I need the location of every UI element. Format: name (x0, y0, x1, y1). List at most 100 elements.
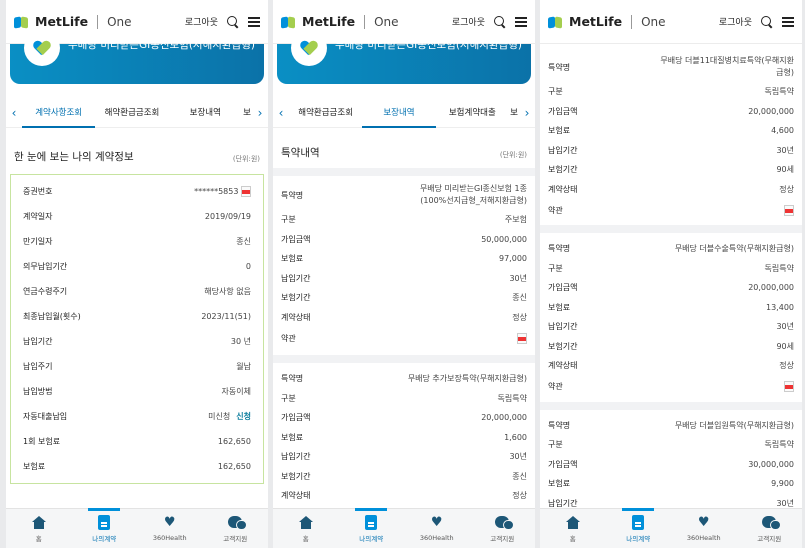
row-label: 특약명 (548, 420, 571, 430)
tab-surrender-refund[interactable]: 해약환급금조회 (289, 98, 362, 128)
menu-icon[interactable] (248, 16, 260, 27)
contract-icon (98, 514, 111, 530)
row-value: 정상 (779, 361, 794, 371)
health-icon: ♥ (697, 515, 710, 530)
logout-button[interactable]: 로그아웃 (185, 15, 218, 28)
rider-row: 보험기간 종신 (281, 467, 527, 487)
search-icon[interactable] (761, 15, 773, 28)
tab-next-partial[interactable]: 보 (509, 98, 519, 128)
menu-icon[interactable] (515, 16, 527, 27)
tab-coverage[interactable]: 보장내역 (362, 98, 436, 128)
rider-row: 계약상태 정상 (281, 308, 527, 328)
info-row: 만기일자 종신 (23, 229, 251, 254)
nav-my-contract[interactable]: 나의계약 (72, 508, 138, 548)
nav-home[interactable]: 홈 (540, 509, 606, 548)
metlife-logo-icon (14, 15, 30, 29)
row-value: 종신 (236, 237, 251, 246)
nav-support[interactable]: 고객지원 (737, 509, 803, 548)
nav-label: 고객지원 (490, 535, 515, 543)
rider-row: 가입금액 30,000,000 (548, 455, 794, 475)
divider (273, 168, 535, 176)
row-label: 납입주기 (23, 362, 53, 371)
row-label: 약관 (281, 333, 296, 343)
support-icon (762, 516, 782, 530)
search-icon[interactable] (494, 15, 506, 28)
pdf-icon[interactable] (517, 332, 527, 344)
row-label: 의무납입기간 (23, 262, 68, 271)
chevron-left-icon[interactable]: ‹ (6, 106, 22, 120)
row-label: 최종납입월(횟수) (23, 312, 81, 321)
tab-next-partial[interactable]: 보 (242, 98, 252, 128)
chevron-right-icon[interactable]: › (519, 106, 535, 120)
row-label: 특약명 (548, 244, 571, 254)
pdf-icon[interactable] (784, 381, 794, 392)
tab-surrender-refund[interactable]: 해약환급금조회 (95, 98, 168, 128)
support-icon (228, 516, 248, 530)
rider-row: 보험기간 종신 (281, 288, 527, 308)
row-value: 정상 (512, 312, 527, 322)
rider-row: 보험료 13,400 (548, 298, 794, 318)
rider-row: 납입기간 30년 (281, 447, 527, 467)
nav-label: 고객지원 (757, 535, 782, 543)
metlife-logo[interactable]: MetLife One (281, 14, 399, 29)
brand-name: MetLife (569, 14, 623, 29)
nav-label: 홈 (35, 535, 42, 543)
tab-contract-inquiry[interactable]: 계약사항조회 (22, 98, 96, 128)
row-value: 2023/11(51) (201, 312, 251, 321)
logo-divider (97, 14, 99, 29)
rider-block: 특약명 무배당 추가보장특약(무해지환급형) 구분 독립특약 가입금액 20,000,… (273, 363, 535, 506)
home-icon (31, 515, 46, 529)
rider-block: 특약명 무배당 더블입원특약(무해지환급형) 구분 독립특약 가입금액 30,000,… (540, 410, 802, 514)
chevron-left-icon[interactable]: ‹ (273, 106, 289, 120)
apply-link[interactable]: 신청 (236, 412, 251, 421)
bottom-nav: 홈 나의계약 ♥ 360Health 고객지원 (273, 508, 535, 548)
row-label: 납입기간 (548, 145, 578, 155)
row-value: 90세 (776, 165, 794, 175)
row-label: 구분 (548, 440, 563, 450)
nav-label: 고객지원 (223, 535, 248, 543)
row-value: 월납 (236, 362, 251, 371)
tab-coverage[interactable]: 보장내역 (169, 98, 242, 128)
rider-block: 특약명 무배당 더블11대질병치료특약(무해지환급형) 구분 독립특약 가입금액 20… (540, 44, 802, 221)
nav-home[interactable]: 홈 (273, 509, 339, 548)
nav-support[interactable]: 고객지원 (470, 509, 536, 548)
nav-360health[interactable]: ♥ 360Health (404, 509, 470, 548)
nav-label: 360Health (419, 534, 454, 542)
logout-button[interactable]: 로그아웃 (452, 15, 485, 28)
nav-support[interactable]: 고객지원 (203, 509, 269, 548)
brand-sub: One (374, 14, 399, 29)
nav-360health[interactable]: ♥ 360Health (137, 509, 203, 548)
contract-info-card: 증권번호 ******5853 계약일자 2019/09/19 만기일자 종신 의무납… (10, 174, 264, 484)
nav-360health[interactable]: ♥ 360Health (671, 509, 737, 548)
tab-policy-loan[interactable]: 보험계약대출 (436, 98, 509, 128)
rider-row: 특약명 무배당 미리받는GI종신보험 1종 (100%선지급형_저해지환급형) (281, 180, 527, 210)
nav-home[interactable]: 홈 (6, 509, 72, 548)
row-value: 20,000,000 (481, 413, 527, 423)
nav-label: 나의계약 (359, 535, 384, 543)
contract-tabs: ‹ 해약환급금조회 보장내역 보험계약대출 보 › (273, 98, 535, 128)
search-icon[interactable] (227, 15, 239, 28)
row-value: 무배당 더블입원특약(무해지환급형) (674, 420, 794, 430)
metlife-logo[interactable]: MetLife One (14, 14, 132, 29)
rider-row: 특약명 무배당 더블11대질병치료특약(무해지환급형) (548, 52, 794, 82)
section-header: 특약내역 (단위:원) (273, 146, 535, 160)
rider-row: 특약명 무배당 더블수술특약(무해지환급형) (548, 239, 794, 259)
rider-row: 가입금액 20,000,000 (281, 408, 527, 428)
metlife-logo[interactable]: MetLife One (548, 14, 666, 29)
row-label: 특약명 (281, 374, 304, 384)
pdf-icon[interactable] (241, 186, 251, 197)
panel-riders-continued: MetLife One 로그아웃 특약명 무배당 더블11대질병치료특약(무해지환… (540, 0, 802, 548)
nav-my-contract[interactable]: 나의계약 (606, 508, 672, 548)
row-value: 30년 (776, 145, 794, 155)
nav-my-contract[interactable]: 나의계약 (339, 508, 405, 548)
row-value: 9,900 (771, 479, 794, 489)
heart-logo-icon (298, 38, 320, 56)
info-row: 자동대출납입 미신청 신청 (23, 404, 251, 429)
logout-button[interactable]: 로그아웃 (719, 15, 752, 28)
chevron-right-icon[interactable]: › (252, 106, 268, 120)
info-row: 증권번호 ******5853 (23, 179, 251, 204)
pdf-icon[interactable] (784, 204, 794, 216)
menu-icon[interactable] (782, 16, 794, 27)
row-value: 30 년 (230, 337, 251, 346)
nav-label: 나의계약 (92, 535, 117, 543)
